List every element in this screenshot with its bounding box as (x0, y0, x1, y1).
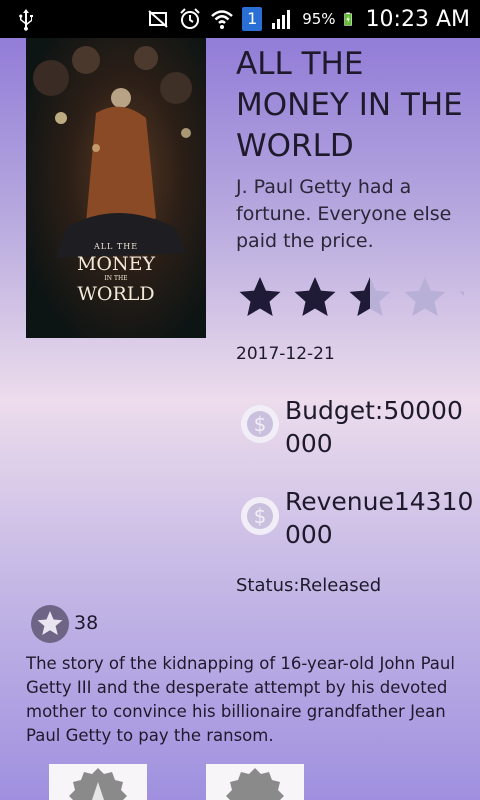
dollar-coin-icon: $ (241, 497, 279, 535)
star-full-icon (239, 277, 281, 316)
usb-icon (19, 9, 33, 31)
poster-title-line: IN THE (104, 275, 128, 282)
battery-icon (343, 12, 352, 26)
dollar-coin-icon: $ (241, 405, 279, 443)
star-empty-icon (459, 277, 464, 316)
mute-icon (148, 10, 168, 28)
wifi-icon (211, 10, 234, 29)
alarm-icon (180, 8, 200, 29)
vote-count: 38 (74, 612, 99, 634)
clock: 10:23 AM (365, 6, 470, 32)
revenue-value: Revenue14310000 (285, 487, 474, 549)
star-half-icon (349, 277, 391, 316)
movie-poster: ALL THE MONEY IN THE WORLD (26, 38, 206, 338)
movie-tagline: J. Paul Getty had a fortune. Everyone el… (236, 176, 452, 252)
svg-text:$: $ (254, 504, 267, 528)
star-empty-icon (404, 277, 446, 316)
svg-text:$: $ (254, 412, 267, 436)
signal-icon (272, 10, 291, 29)
movie-overview: The story of the kidnapping of 16-year-o… (26, 654, 455, 745)
budget-value: Budget:50000000 (285, 396, 463, 458)
battery-percent: 95% (302, 10, 336, 28)
rating-bar (238, 274, 464, 320)
status-bar: 1 95% 10:23 AM (0, 0, 480, 38)
star-full-icon (294, 277, 336, 316)
release-date: 2017-12-21 (236, 344, 335, 364)
award-badge[interactable] (206, 764, 304, 800)
poster-title-line: WORLD (77, 283, 155, 305)
poster-title-line: MONEY (76, 253, 156, 275)
release-status: Status:Released (236, 575, 382, 596)
vote-star-icon (31, 605, 69, 643)
sim-icon: 1 (242, 7, 263, 31)
movie-title: ALL THE MONEY IN THE WORLD (236, 46, 463, 164)
award-badge[interactable] (49, 764, 147, 800)
poster-title-line: ALL THE (93, 242, 139, 251)
